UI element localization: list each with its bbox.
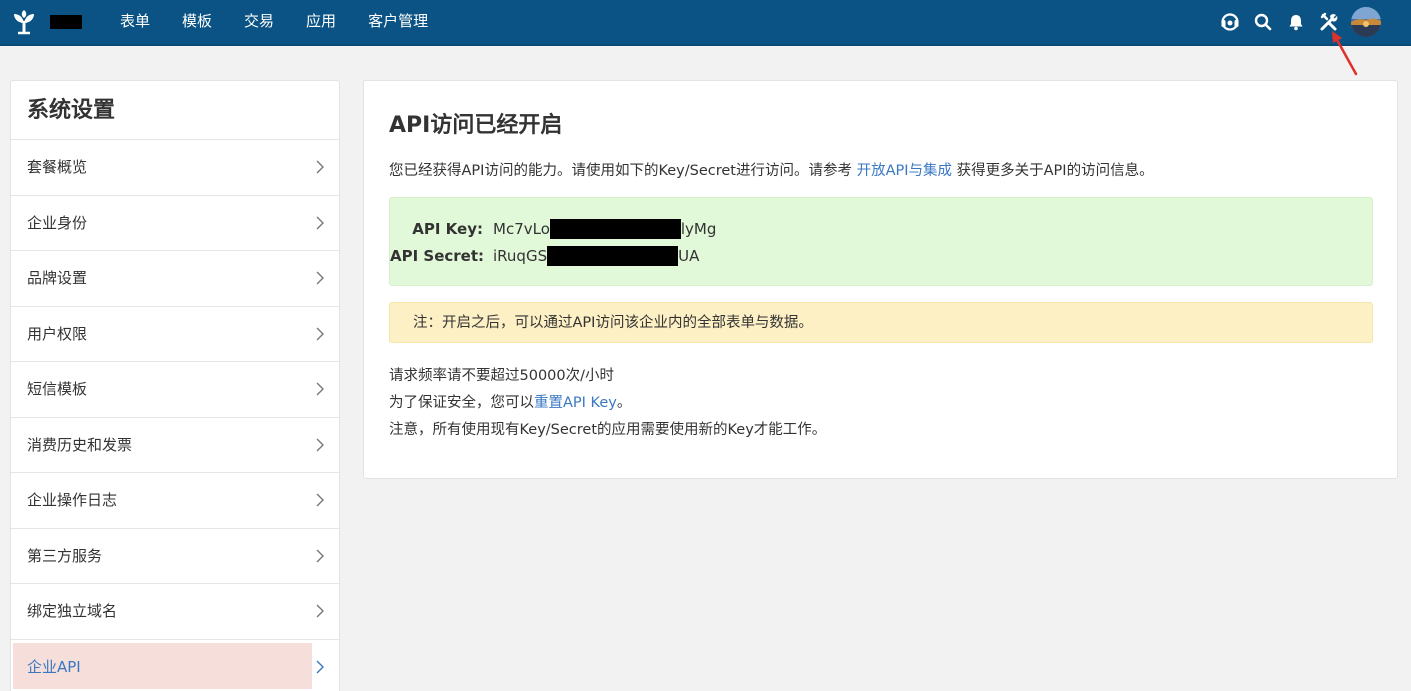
redacted-block bbox=[549, 219, 681, 239]
settings-sidebar: 系统设置 套餐概览 企业身份 品牌设置 用户权限 短信模板 消费历史和发票 企业… bbox=[10, 80, 340, 691]
search-icon[interactable] bbox=[1251, 10, 1275, 34]
support-icon[interactable] bbox=[1218, 10, 1242, 34]
main-nav: 表单 模板 交易 应用 客户管理 bbox=[104, 0, 444, 44]
sidebar-item-plan-overview[interactable]: 套餐概览 bbox=[11, 140, 339, 196]
sidebar-title: 系统设置 bbox=[11, 81, 339, 140]
nav-item-apps[interactable]: 应用 bbox=[290, 0, 352, 44]
chevron-right-icon bbox=[316, 160, 324, 174]
description-text-end: 获得更多关于API的访问信息。 bbox=[952, 163, 1154, 179]
sidebar-item-label: 企业身份 bbox=[27, 213, 88, 232]
top-navbar: 表单 模板 交易 应用 客户管理 bbox=[0, 0, 1411, 46]
api-settings-card: API访问已经开启 您已经获得API访问的能力。请使用如下的Key/Secret… bbox=[363, 80, 1398, 479]
sidebar-item-label: 绑定独立域名 bbox=[27, 602, 118, 620]
sidebar-item-operation-log[interactable]: 企业操作日志 bbox=[11, 473, 339, 529]
sidebar-item-label: 套餐概览 bbox=[27, 158, 88, 176]
api-description: 您已经获得API访问的能力。请使用如下的Key/Secret进行访问。请参考 开… bbox=[389, 159, 1154, 180]
key-change-warning: 注意，所有使用现有Key/Secret的应用需要使用新的Key才能工作。 bbox=[389, 422, 827, 438]
sidebar-item-third-party-services[interactable]: 第三方服务 bbox=[11, 529, 339, 584]
sidebar-item-label: 短信模板 bbox=[27, 380, 88, 398]
chevron-right-icon bbox=[316, 660, 324, 673]
page-title: API访问已经开启 bbox=[389, 113, 563, 138]
access-note: 注：开启之后，可以通过API访问该企业内的全部表单与数据。 bbox=[389, 302, 1373, 343]
api-key-end: lyMg bbox=[680, 220, 717, 238]
annotation-arrow-icon bbox=[1332, 31, 1358, 76]
rate-limit-text: 请求频率请不要超过50000次/小时 bbox=[389, 368, 615, 384]
sidebar-item-enterprise-api[interactable]: 企业API bbox=[11, 640, 339, 691]
sidebar-item-label: 企业API bbox=[27, 657, 81, 676]
reset-key-text: 为了保证安全，您可以 bbox=[389, 395, 534, 411]
sidebar-item-billing-invoices[interactable]: 消费历史和发票 bbox=[11, 418, 339, 473]
chevron-right-icon bbox=[316, 549, 324, 562]
sidebar-item-label: 品牌设置 bbox=[27, 269, 88, 287]
api-key-label: API Key: bbox=[412, 220, 483, 238]
logo-icon[interactable] bbox=[11, 9, 37, 35]
api-info-lines: 请求频率请不要超过50000次/小时 为了保证安全，您可以重置API Key。 … bbox=[389, 363, 826, 444]
open-api-docs-link[interactable]: 开放API与集成 bbox=[857, 163, 952, 179]
chevron-right-icon bbox=[316, 382, 324, 396]
api-secret-row: API Secret: iRuqGS UA bbox=[390, 245, 699, 267]
chevron-right-icon bbox=[316, 604, 324, 618]
bell-icon[interactable] bbox=[1284, 10, 1308, 34]
description-text: 您已经获得API访问的能力。请使用如下的Key/Secret进行访问。请参考 bbox=[389, 163, 857, 179]
reset-api-key-link[interactable]: 重置API Key bbox=[534, 395, 617, 411]
sidebar-item-label: 企业操作日志 bbox=[27, 491, 118, 509]
sidebar-item-user-permissions[interactable]: 用户权限 bbox=[11, 307, 339, 362]
chevron-right-icon bbox=[316, 493, 324, 507]
api-secret-end: UA bbox=[678, 247, 700, 265]
reset-key-text-end: 。 bbox=[616, 395, 632, 411]
nav-item-customers[interactable]: 客户管理 bbox=[352, 0, 444, 44]
redacted-block bbox=[547, 246, 679, 266]
chevron-right-icon bbox=[316, 271, 324, 285]
api-secret-start: iRuqGS bbox=[493, 247, 548, 265]
api-secret-label: API Secret: bbox=[390, 247, 485, 265]
api-key-start: Mc7vLo bbox=[493, 220, 550, 238]
nav-item-templates[interactable]: 模板 bbox=[166, 0, 228, 44]
sidebar-item-enterprise-identity[interactable]: 企业身份 bbox=[11, 196, 339, 251]
sidebar-item-sms-templates[interactable]: 短信模板 bbox=[11, 362, 339, 418]
api-key-value[interactable]: Mc7vLo lyMg bbox=[493, 219, 716, 239]
brand-name-redacted bbox=[50, 15, 82, 29]
chevron-right-icon bbox=[316, 327, 324, 340]
api-secret-value[interactable]: iRuqGS UA bbox=[493, 246, 699, 266]
api-key-row: API Key: Mc7vLo lyMg bbox=[390, 218, 716, 240]
sidebar-item-label: 第三方服务 bbox=[27, 546, 103, 565]
api-credentials-box: API Key: Mc7vLo lyMg API Secret: iRuqGS … bbox=[389, 197, 1373, 286]
nav-item-transactions[interactable]: 交易 bbox=[228, 0, 290, 44]
reset-key-line: 为了保证安全，您可以重置API Key。 bbox=[389, 390, 826, 417]
sidebar-item-label: 消费历史和发票 bbox=[27, 435, 133, 454]
nav-item-forms[interactable]: 表单 bbox=[104, 0, 166, 44]
chevron-right-icon bbox=[316, 216, 324, 229]
sidebar-item-brand-settings[interactable]: 品牌设置 bbox=[11, 251, 339, 307]
sidebar-item-custom-domain[interactable]: 绑定独立域名 bbox=[11, 584, 339, 640]
chevron-right-icon bbox=[316, 438, 324, 451]
sidebar-item-label: 用户权限 bbox=[27, 324, 88, 343]
